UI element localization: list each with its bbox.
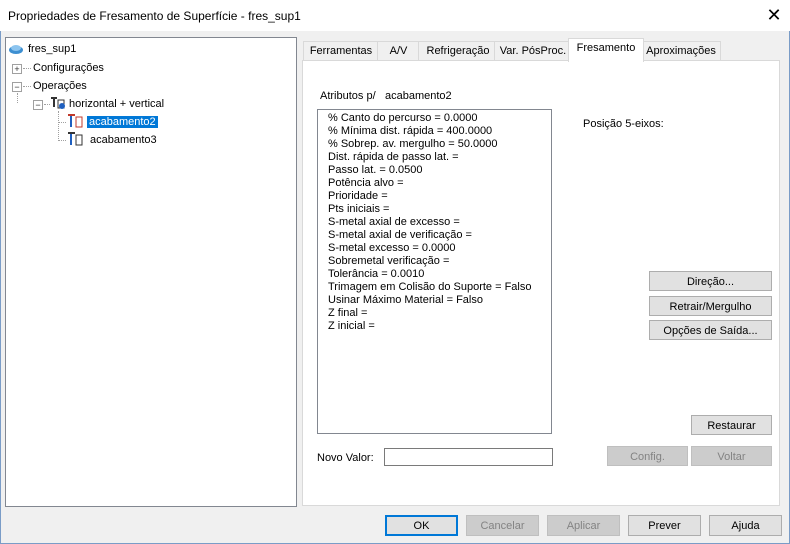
- list-item[interactable]: Z final =: [328, 307, 551, 320]
- tab-refrigeracao[interactable]: Refrigeração: [418, 41, 498, 61]
- list-item[interactable]: Tolerância = 0.0010: [328, 268, 551, 281]
- restaurar-button[interactable]: Restaurar: [691, 415, 772, 435]
- tab-fresamento[interactable]: Fresamento: [568, 38, 644, 62]
- tab-aproximacoes[interactable]: Aproximações: [641, 41, 721, 61]
- tab-av[interactable]: A/V: [377, 41, 420, 61]
- novo-valor-input[interactable]: [384, 448, 553, 466]
- list-item[interactable]: Z inicial =: [328, 320, 551, 333]
- attr-label: Atributos p/: [320, 90, 376, 102]
- list-item[interactable]: Prioridade =: [328, 190, 551, 203]
- close-icon[interactable]: ✕: [760, 3, 788, 27]
- voltar-button[interactable]: Voltar: [691, 446, 772, 466]
- collapse-icon[interactable]: −: [33, 100, 43, 110]
- cloud-part-icon: [9, 45, 23, 54]
- list-item[interactable]: Sobremetal verificação =: [328, 255, 551, 268]
- tree-item-op-label: acabamento2: [87, 116, 158, 128]
- apply-button[interactable]: Aplicar: [547, 515, 620, 536]
- tree-root-label: fres_sup1: [28, 43, 77, 55]
- tab-ferramentas[interactable]: Ferramentas: [303, 41, 379, 61]
- pos5-label: Posição 5-eixos:: [583, 118, 664, 130]
- opcoes-saida-button[interactable]: Opções de Saída...: [649, 320, 772, 340]
- tree-item-operacoes[interactable]: Operações: [33, 78, 87, 94]
- list-item[interactable]: Trimagem em Colisão do Suporte = Falso: [328, 281, 551, 294]
- attr-target: acabamento2: [385, 90, 452, 102]
- direcao-button[interactable]: Direção...: [649, 271, 772, 291]
- list-item[interactable]: Dist. rápida de passo lat. =: [328, 151, 551, 164]
- config-button[interactable]: Config.: [607, 446, 688, 466]
- list-item[interactable]: Potência alvo =: [328, 177, 551, 190]
- tree-item-op[interactable]: acabamento3: [90, 132, 157, 148]
- operation-icon: [68, 114, 83, 128]
- operation-group-icon: [51, 97, 65, 109]
- title-bar[interactable]: Propriedades de Fresamento de Superfície…: [0, 0, 790, 31]
- tab-var-posproc[interactable]: Var. PósProc.: [494, 41, 572, 61]
- tree-item-group[interactable]: horizontal + vertical: [69, 96, 164, 112]
- tree-item-configuracoes[interactable]: Configurações: [33, 60, 104, 76]
- list-item[interactable]: S-metal axial de excesso =: [328, 216, 551, 229]
- help-button[interactable]: Ajuda: [709, 515, 782, 536]
- list-item[interactable]: S-metal axial de verificação =: [328, 229, 551, 242]
- list-item[interactable]: Usinar Máximo Material = Falso: [328, 294, 551, 307]
- operations-tree[interactable]: fres_sup1 + Configurações − Operações − …: [5, 37, 297, 507]
- retrair-mergulho-button[interactable]: Retrair/Mergulho: [649, 296, 772, 316]
- window-title: Propriedades de Fresamento de Superfície…: [8, 9, 301, 23]
- operation-icon: [68, 132, 83, 146]
- list-item[interactable]: % Canto do percurso = 0.0000: [328, 112, 551, 125]
- novo-valor-label: Novo Valor:: [317, 452, 374, 464]
- tree-item-op-selected[interactable]: acabamento2: [87, 114, 158, 130]
- collapse-icon[interactable]: −: [12, 82, 22, 92]
- ok-button[interactable]: OK: [385, 515, 458, 536]
- preview-button[interactable]: Prever: [628, 515, 701, 536]
- attributes-list[interactable]: % Canto do percurso = 0.0000 % Mínima di…: [317, 109, 552, 434]
- list-item[interactable]: Passo lat. = 0.0500: [328, 164, 551, 177]
- list-item[interactable]: % Sobrep. av. mergulho = 50.0000: [328, 138, 551, 151]
- cancel-button[interactable]: Cancelar: [466, 515, 539, 536]
- expand-icon[interactable]: +: [12, 64, 22, 74]
- list-item[interactable]: S-metal excesso = 0.0000: [328, 242, 551, 255]
- list-item[interactable]: % Mínima dist. rápida = 400.0000: [328, 125, 551, 138]
- list-item[interactable]: Pts iniciais =: [328, 203, 551, 216]
